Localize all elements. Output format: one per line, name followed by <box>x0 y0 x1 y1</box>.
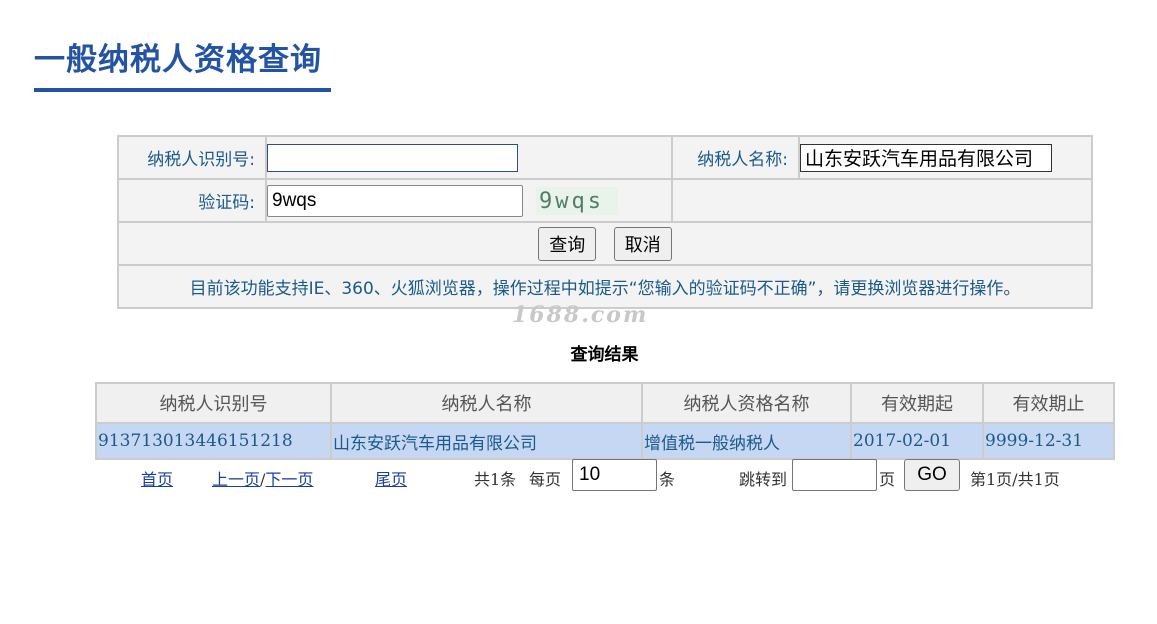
column-header: 纳税人识别号 <box>95 382 332 424</box>
page-info: 第1页/共1页 <box>970 470 1060 489</box>
column-header: 纳税人资格名称 <box>641 382 852 424</box>
query-button[interactable]: 查询 <box>538 226 597 261</box>
prev-page-link[interactable]: 上一页 <box>212 470 260 489</box>
empty-cell <box>671 178 1093 223</box>
last-page-link[interactable]: 尾页 <box>375 470 407 489</box>
per-page-label: 每页 <box>529 470 562 489</box>
title-underline <box>34 88 331 92</box>
captcha-image[interactable]: 9wqs <box>536 186 619 215</box>
taxpayer-name-label: 纳税人名称: <box>671 135 800 180</box>
column-header: 有效期止 <box>982 382 1115 424</box>
per-page-input[interactable] <box>572 459 657 491</box>
taxpayer-id-cell <box>265 135 673 180</box>
cell-valid-to: 9999-12-31 <box>982 422 1115 460</box>
jump-unit: 页 <box>879 470 896 489</box>
captcha-input[interactable] <box>267 184 523 217</box>
jump-page-input[interactable] <box>792 459 877 491</box>
taxpayer-name-input[interactable] <box>800 143 1052 172</box>
cell-taxpayer-name: 山东安跃汽车用品有限公司 <box>330 422 643 460</box>
taxpayer-id-label: 纳税人识别号: <box>117 135 267 180</box>
go-button[interactable]: GO <box>904 459 960 491</box>
column-header: 有效期起 <box>850 382 984 424</box>
watermark: 1688.com <box>512 302 649 328</box>
results-table: 纳税人识别号 纳税人名称 纳税人资格名称 有效期起 有效期止 913713013… <box>95 382 1115 460</box>
next-page-link[interactable]: 下一页 <box>265 470 313 489</box>
captcha-label: 验证码: <box>117 178 267 223</box>
results-header-row: 纳税人识别号 纳税人名称 纳税人资格名称 有效期起 有效期止 <box>95 382 1115 424</box>
pagination: 首页 上一页/下一页 尾页 共1条 每页 条 跳转到 页 GO 第1页/共1页 <box>0 459 1157 493</box>
table-row[interactable]: 913713013446151218 山东安跃汽车用品有限公司 增值税一般纳税人… <box>95 422 1115 460</box>
captcha-image-text: 9wqs <box>539 189 604 214</box>
captcha-cell: 9wqs <box>265 178 673 223</box>
first-page-link[interactable]: 首页 <box>141 470 173 489</box>
per-page-unit: 条 <box>659 470 676 489</box>
cell-qualification: 增值税一般纳税人 <box>641 422 852 460</box>
jump-label: 跳转到 <box>739 470 788 489</box>
column-header: 纳税人名称 <box>330 382 643 424</box>
taxpayer-name-cell <box>798 135 1093 180</box>
page-title: 一般纳税人资格查询 <box>34 42 322 78</box>
cell-taxpayer-id: 913713013446151218 <box>95 422 332 460</box>
cell-valid-from: 2017-02-01 <box>850 422 984 460</box>
taxpayer-id-input[interactable] <box>267 143 518 172</box>
cancel-button[interactable]: 取消 <box>613 226 672 261</box>
total-count: 共1条 <box>474 470 517 489</box>
button-row: 查询 取消 <box>117 221 1093 266</box>
query-form: 纳税人识别号: 纳税人名称: 验证码: 9wqs 查询 取消 目前该功能支持IE… <box>117 135 1093 309</box>
results-title: 查询结果 <box>570 345 639 365</box>
